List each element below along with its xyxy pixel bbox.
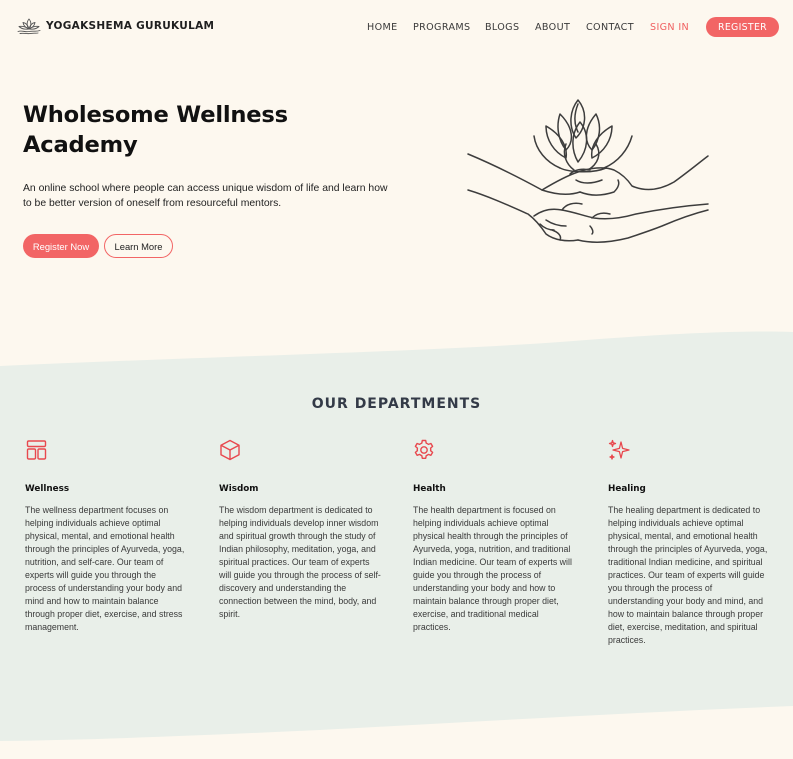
- department-name: Healing: [608, 484, 646, 494]
- sparkles-icon: [608, 439, 630, 460]
- departments-title: OUR DEPARTMENTS: [311, 396, 482, 412]
- register-button[interactable]: REGISTER: [706, 17, 779, 37]
- nav-contact-link[interactable]: CONTACT: [586, 22, 634, 33]
- department-card-wellness: Wellness The wellness department focuses…: [25, 438, 187, 634]
- department-description: The wellness department focuses on helpi…: [25, 505, 185, 632]
- department-name: Wisdom: [219, 484, 259, 494]
- department-card-wisdom: Wisdom The wisdom department is dedicate…: [219, 438, 381, 621]
- department-card-healing: Healing The healing department is dedica…: [608, 438, 770, 647]
- department-description: The wisdom department is dedicated to he…: [219, 505, 381, 619]
- register-now-button[interactable]: Register Now: [23, 234, 99, 258]
- department-description: The health department is focused on help…: [413, 505, 572, 632]
- top-navigation: YOGAKSHEMA GURUKULAM HOME PROGRAMS BLOGS…: [0, 0, 793, 54]
- department-name: Health: [413, 484, 446, 494]
- cube-icon: [220, 439, 240, 461]
- hero-title: Wholesome Wellness Academy: [23, 102, 288, 158]
- nav-about-link[interactable]: ABOUT: [535, 22, 570, 33]
- layout-icon: [26, 440, 47, 460]
- nav-programs-link[interactable]: PROGRAMS: [413, 22, 470, 33]
- department-name: Wellness: [25, 484, 70, 494]
- nav-links: HOME PROGRAMS BLOGS ABOUT CONTACT SIGN I…: [0, 22, 793, 34]
- nav-home-link[interactable]: HOME: [367, 22, 398, 33]
- department-description: The healing department is dedicated to h…: [608, 505, 768, 645]
- department-card-health: Health The health department is focused …: [413, 438, 575, 634]
- hero-description: An online school where people can access…: [23, 183, 388, 210]
- sign-in-link[interactable]: SIGN IN: [650, 22, 689, 33]
- hands-holding-lotus-illustration: [467, 99, 709, 243]
- gear-icon: [414, 439, 434, 459]
- nav-blogs-link[interactable]: BLOGS: [485, 22, 519, 33]
- learn-more-button[interactable]: Learn More: [104, 234, 173, 258]
